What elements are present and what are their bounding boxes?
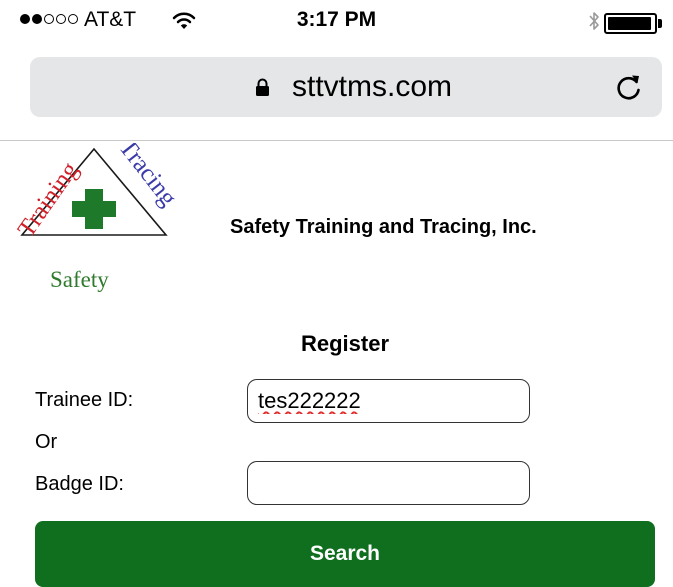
lock-icon: [255, 78, 270, 102]
page-title: Register: [300, 331, 390, 356]
status-bar: AT&T 3:17 PM: [0, 0, 673, 40]
battery-tip: [658, 19, 662, 28]
trainee-id-input[interactable]: [247, 379, 530, 423]
battery-icon: [604, 13, 657, 34]
medical-cross-icon: [72, 189, 116, 229]
trainee-id-label: Trainee ID:: [35, 389, 134, 411]
logo-word-safety: Safety: [50, 267, 109, 292]
logo-word-tracing: Tracing: [113, 143, 178, 212]
badge-id-label: Badge ID:: [35, 473, 124, 495]
company-name: Safety Training and Tracing, Inc.: [230, 216, 537, 238]
or-label: Or: [35, 431, 58, 453]
logo-word-training: Training: [13, 157, 84, 243]
toolbar-divider: [0, 140, 673, 141]
badge-id-input[interactable]: [247, 461, 530, 505]
company-logo: Training Tracing Safety: [13, 143, 178, 292]
address-bar[interactable]: sttvtms.com: [30, 57, 662, 117]
url-text[interactable]: sttvtms.com: [292, 70, 452, 104]
search-button[interactable]: Search: [35, 521, 655, 587]
reload-icon[interactable]: [612, 70, 646, 104]
status-time: 3:17 PM: [296, 8, 377, 31]
battery-level: [608, 17, 651, 30]
bluetooth-icon: [588, 10, 600, 37]
